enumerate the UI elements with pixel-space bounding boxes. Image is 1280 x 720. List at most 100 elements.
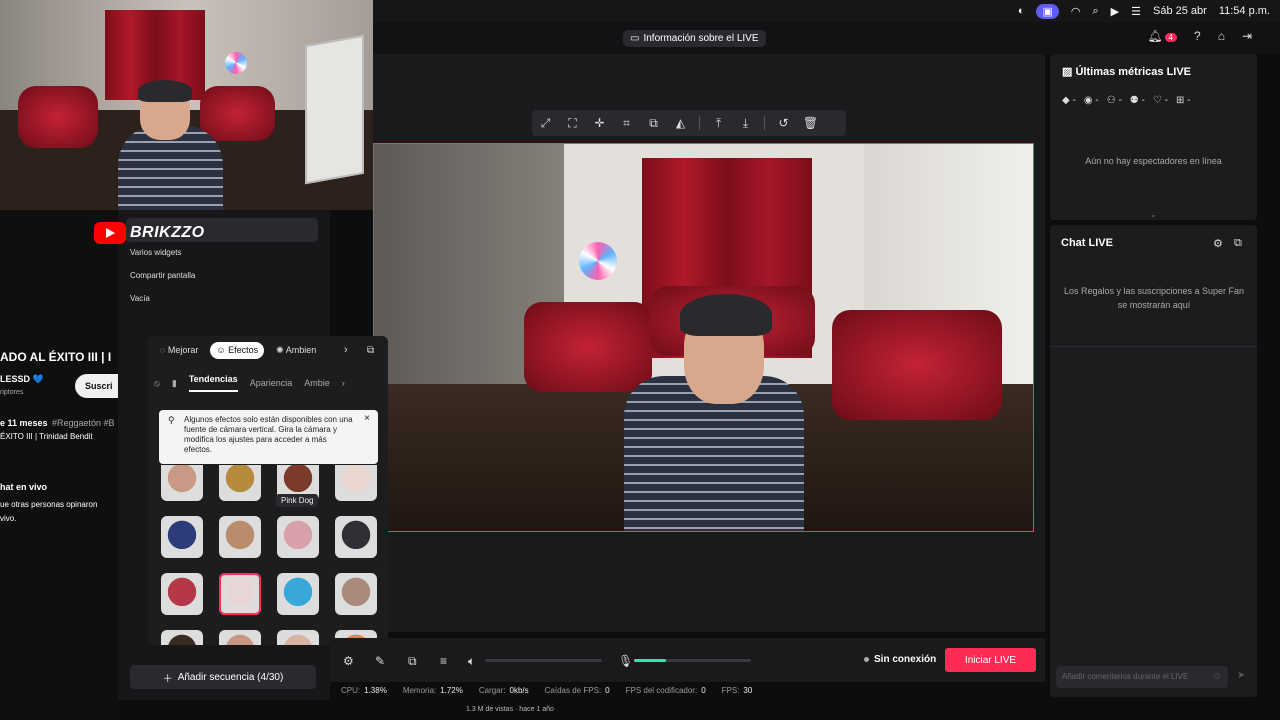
effect-thumbnail[interactable] [335,465,377,501]
connection-status: Sin conexión [864,654,936,665]
fit-icon[interactable]: ⤢ [532,116,559,131]
subtab-trending[interactable]: Tendencias [188,374,238,392]
go-live-button[interactable]: Iniciar LIVE [945,648,1036,672]
yt-channel-name[interactable]: LESSD 💙 [0,374,44,385]
settings-gear-icon[interactable]: ⚙ [343,654,354,668]
mixer-icon[interactable]: ≡ [440,654,447,668]
chat-input[interactable]: Añadir comentarios durante el LIVE [1056,666,1228,688]
home-icon[interactable]: ⌂ [1218,29,1225,43]
send-icon[interactable]: ➤ [1237,670,1245,681]
effect-thumbnail[interactable] [277,573,319,615]
effect-thumbnail[interactable] [161,516,203,558]
video-prize-wheel [579,242,617,280]
transition-icon[interactable]: ⧉ [408,654,417,669]
subtab-appearance[interactable]: Apariencia [250,378,293,388]
effect-thumbnail[interactable] [219,630,261,645]
metric-diamonds[interactable]: ◆ - [1062,95,1076,106]
stat-value: 0 [605,686,610,695]
yt-views: 1.3 M de vistas · hace 1 año [466,706,554,713]
close-icon[interactable]: × [364,414,370,424]
send-back-icon[interactable]: ⤓ [732,116,759,131]
effect-thumbnail[interactable] [277,630,319,645]
effect-thumbnail[interactable] [219,573,261,615]
effect-thumbnail[interactable] [161,630,203,645]
stat-item: FPS del codificador: 0 [626,686,706,695]
play-icon[interactable]: ▶ [1111,5,1119,18]
stat-item: CPU: 1.38% [341,686,387,695]
yt-video-title[interactable]: ADO AL ÉXITO III | I [0,350,111,364]
studio-top-bar [373,22,1280,54]
chevron-right-icon[interactable]: › [344,344,348,356]
tab-effects[interactable]: ☺ Efectos [210,342,265,359]
menu-time[interactable]: 11:54 p.m. [1219,5,1270,17]
disk-icon[interactable]: ◐ [1018,5,1025,17]
video-person-hair [680,294,772,336]
help-icon[interactable]: ? [1194,29,1201,43]
stat-label: FPS: [721,686,740,695]
magic-wand-icon[interactable]: ✎ [375,654,385,668]
tab-enhance[interactable]: ◌ Mejorar [154,342,204,359]
yt-chat-title: hat en vivo [0,482,48,492]
vertical-camera-notice: ⚲ Algunos efectos solo están disponibles… [159,410,378,464]
metric-followers[interactable]: ⚉ - [1130,95,1145,106]
effect-thumbnail[interactable] [219,516,261,558]
yt-subscribe-button[interactable]: Suscri [75,374,118,398]
youtube-logo-icon [94,222,126,244]
chat-title: Chat LIVE [1061,237,1113,249]
volume-slider[interactable] [485,659,602,662]
notifications-button[interactable]: 🔔︎ 4 [1147,29,1177,43]
effect-thumbnail[interactable] [161,573,203,615]
scene-item-empty[interactable]: Vacía [130,294,150,303]
add-sequence-button[interactable]: ＋ Añadir secuencia (4/30) [130,665,316,689]
duplicate-icon[interactable]: ⧉ [640,116,667,131]
speaker-icon[interactable]: 🔈︎ [468,654,475,669]
secondary-camera-preview [0,0,373,210]
subtab-ambience[interactable]: Ambie [304,378,330,388]
metric-viewers[interactable]: ⚇ - [1107,95,1122,106]
none-icon[interactable]: ⦸ [154,378,160,389]
effect-thumbnail[interactable] [277,516,319,558]
popout-icon[interactable]: ⧉ [1234,237,1242,250]
mic-slider[interactable] [634,659,751,662]
bring-front-icon[interactable]: ⤒ [705,116,732,131]
metric-gifts-value: - [1187,95,1191,106]
stat-item: Cargar: 0kb/s [479,686,529,695]
rotate-icon[interactable]: ↺ [770,116,797,130]
camera-source[interactable] [373,143,1034,532]
bookmark-icon[interactable]: ▮ [172,378,177,389]
metric-likes[interactable]: ♡ - [1153,95,1168,106]
exit-icon[interactable]: ⇥ [1242,29,1252,43]
delete-icon[interactable]: 🗑︎ [797,116,824,130]
screen-record-icon[interactable]: ▣ [1036,3,1059,19]
settings-icon[interactable]: ⚙ [1213,237,1223,250]
flip-icon[interactable]: ◭ [667,116,694,130]
yt-hashtags[interactable]: #Reggaetón #B [52,418,115,428]
mini-mirror [305,34,364,185]
scene-item-widgets[interactable]: Varios widgets [130,248,181,257]
live-info-button[interactable]: ▭ Información sobre el LIVE [623,30,766,47]
effect-thumbnail[interactable] [161,465,203,501]
notice-text: Algunos efectos solo están disponibles c… [184,415,353,454]
tab-ambience[interactable]: ✺ Ambien [270,342,322,359]
microphone-icon[interactable]: 🎙︎ [618,654,633,668]
control-center-icon[interactable]: ☰ [1131,5,1141,18]
menu-date[interactable]: Sáb 25 abr [1153,5,1207,17]
metric-gifts[interactable]: ⊞ - [1176,95,1191,106]
crop-icon[interactable]: ⌗ [613,116,640,131]
fullscreen-icon[interactable]: ⛶ [559,116,586,131]
effect-thumbnail[interactable] [335,516,377,558]
popout-icon[interactable]: ⧉ [367,345,374,356]
stat-value: 1.72% [440,686,463,695]
chevron-right-icon[interactable]: › [342,378,345,388]
effect-thumbnail[interactable] [335,573,377,615]
scene-item-share-screen[interactable]: Compartir pantalla [130,271,195,280]
emoji-icon[interactable]: ☺ [1212,671,1222,682]
metric-coins[interactable]: ◉ - [1084,95,1099,106]
heart-icon: ♡ [1152,95,1162,106]
effect-thumbnail[interactable] [219,465,261,501]
search-icon[interactable]: ⌕ [1092,5,1098,18]
bell-icon: 🔔︎ [1147,29,1163,43]
expand-chevron-icon[interactable]: ⌄ [1150,210,1157,219]
center-icon[interactable]: ✛ [586,116,613,130]
wifi-icon[interactable]: ◠ [1071,5,1081,18]
